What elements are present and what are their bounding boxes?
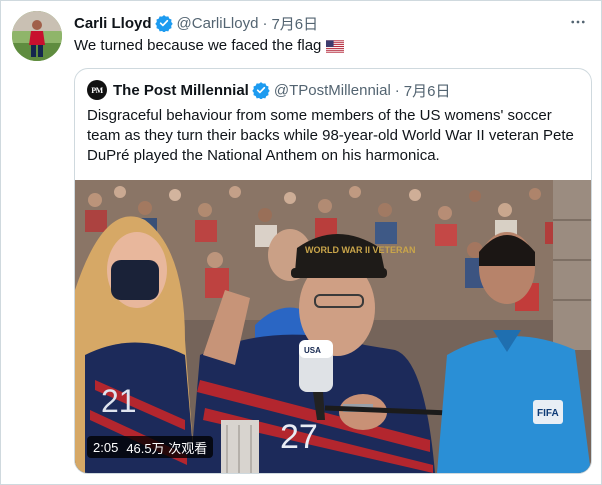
more-icon	[571, 20, 585, 24]
quoted-author-name[interactable]: The Post Millennial	[113, 82, 249, 99]
quoted-author-handle[interactable]: @TPostMillennial	[274, 82, 391, 99]
avatar-image	[12, 11, 62, 61]
author-handle[interactable]: @CarliLloyd	[177, 15, 259, 32]
referee-badge: FIFA	[537, 408, 559, 419]
video-duration: 2:05	[93, 439, 119, 455]
quoted-tweet-date[interactable]: 7月6日	[404, 80, 451, 101]
quoted-tweet[interactable]: PM The Post Millennial @TPostMillennial …	[74, 68, 592, 474]
author-avatar[interactable]	[12, 11, 62, 61]
tweet-header: Carli Lloyd @CarliLloyd · 7月6日	[74, 13, 318, 33]
tweet-text: We turned because we faced the flag	[74, 36, 345, 56]
tweet-text-content: We turned because we faced the flag	[74, 37, 322, 54]
video-frame: 21 WORLD WAR II VETERAN 27 USA FIFA	[75, 180, 591, 473]
author-name[interactable]: Carli Lloyd	[74, 15, 152, 32]
verified-icon	[252, 81, 270, 99]
quoted-tweet-header: PM The Post Millennial @TPostMillennial …	[87, 80, 450, 100]
quoted-tweet-text: Disgraceful behaviour from some members …	[87, 107, 574, 164]
verified-icon	[154, 14, 173, 32]
video-stats-badge: 2:05 46.5万 次观看	[87, 436, 214, 458]
more-options-button[interactable]	[567, 11, 589, 33]
tweet-card[interactable]: Carli Lloyd @CarliLloyd · 7月6日 We turned…	[0, 0, 602, 485]
separator-dot: ·	[262, 14, 268, 32]
cap-text: WORLD WAR II VETERAN	[305, 245, 416, 255]
us-flag-icon	[326, 39, 345, 53]
mic-label: USA	[304, 346, 321, 355]
jersey-number-center: 27	[280, 418, 318, 456]
jersey-number-left: 21	[101, 383, 137, 419]
video-player[interactable]: 21 WORLD WAR II VETERAN 27 USA FIFA 2:05…	[75, 180, 591, 473]
tweet-date[interactable]: 7月6日	[271, 13, 318, 34]
video-views: 46.5万 次观看	[126, 440, 208, 456]
separator-dot: ·	[394, 81, 400, 99]
quoted-author-avatar[interactable]: PM	[87, 80, 107, 100]
